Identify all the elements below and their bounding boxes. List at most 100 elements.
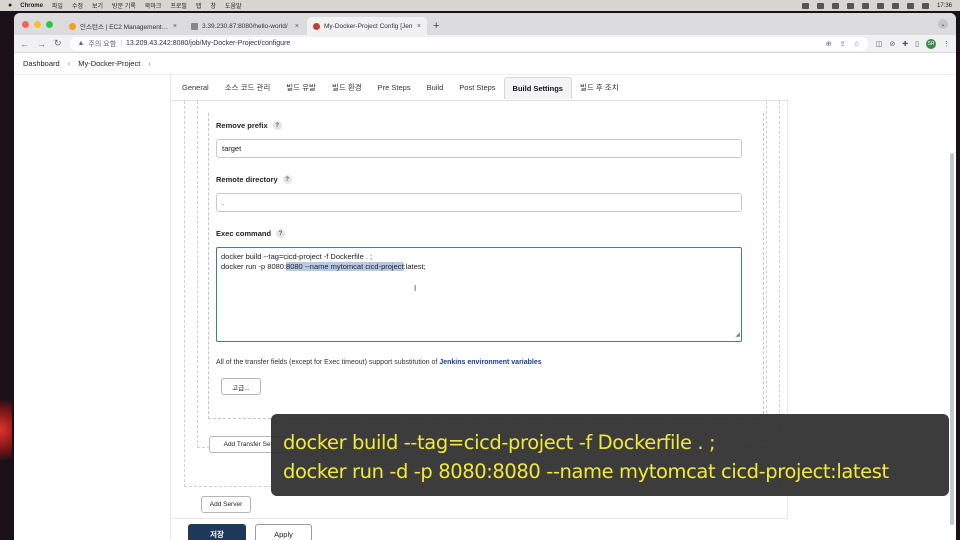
menubar-item-window[interactable]: 창 <box>210 1 216 10</box>
puzzle-icon[interactable]: ✚ <box>902 40 908 48</box>
menubar-item-edit[interactable]: 수정 <box>72 1 83 10</box>
close-window-icon[interactable] <box>22 20 29 28</box>
remote-directory-input[interactable] <box>216 193 742 212</box>
chevron-right-icon[interactable]: › <box>148 59 151 68</box>
substitution-help: All of the transfer fields (except for E… <box>216 359 542 366</box>
control-center-icon[interactable] <box>921 2 929 9</box>
caption-line-1: docker build --tag=cicd-project -f Docke… <box>283 431 716 454</box>
remote-directory-label: Remote directory ? <box>216 175 292 184</box>
text-selection: 8080 --name mytomcat cicd-project <box>286 262 404 271</box>
back-icon[interactable]: ← <box>20 39 29 49</box>
text-cursor-icon: I <box>414 284 417 293</box>
help-icon[interactable]: ? <box>282 175 292 184</box>
remove-prefix-label: Remove prefix ? <box>216 121 282 130</box>
extensions-area: ◫ ⊘ ✚ ▯ SR ⋮ <box>876 38 950 49</box>
menubar-item-profile[interactable]: 프로필 <box>170 1 187 10</box>
tab-post-steps[interactable]: Post Steps <box>451 77 503 99</box>
page-scrollbar[interactable] <box>950 153 954 525</box>
exec-command-line-1: docker build --tag=cicd-project -f Docke… <box>221 252 373 261</box>
extension-icon[interactable]: ⊘ <box>889 40 895 48</box>
window-controls <box>22 13 53 35</box>
menubar-item-help[interactable]: 도움말 <box>225 1 242 10</box>
avatar[interactable]: SR <box>926 38 936 49</box>
wifi-icon[interactable] <box>891 2 899 9</box>
bookmark-star-icon[interactable]: ☆ <box>853 40 859 48</box>
tab-build-triggers[interactable]: 빌드 유발 <box>278 77 324 99</box>
remove-prefix-label-text: Remove prefix <box>216 121 268 130</box>
apply-button[interactable]: Apply <box>255 524 312 540</box>
menubar-item-tab[interactable]: 탭 <box>196 1 202 10</box>
search-icon[interactable] <box>906 2 914 9</box>
url-input[interactable]: ▲ 주의 요함 | 13.209.43.242:8080/job/My-Dock… <box>69 36 868 51</box>
menubar-status-area: 17:36 <box>801 2 952 9</box>
menubar-clock[interactable]: 17:36 <box>937 3 952 9</box>
status-app-icon[interactable] <box>846 2 854 9</box>
tab-label: 인스턴스 | EC2 Management Co <box>80 24 170 31</box>
apple-icon[interactable]: ● <box>8 2 12 9</box>
menubar-item-file[interactable]: 파일 <box>52 1 63 10</box>
exec-command-label-text: Exec command <box>216 229 272 238</box>
close-tab-icon[interactable]: × <box>295 23 299 30</box>
sidepanel-icon[interactable]: ▯ <box>915 40 919 48</box>
tab-build-settings[interactable]: Build Settings <box>503 76 572 99</box>
tab-search-icon[interactable]: ⌄ <box>938 19 948 29</box>
close-tab-icon[interactable]: × <box>417 23 421 30</box>
browser-tab-hello-world[interactable]: 3.39.230.87:8080/hello-world/ × <box>185 17 305 35</box>
not-secure-icon[interactable]: ▲ <box>78 40 85 47</box>
share-icon[interactable]: ⇪ <box>840 40 846 48</box>
forward-icon[interactable]: → <box>37 39 46 49</box>
tab-build-environment[interactable]: 빌드 환경 <box>324 77 370 99</box>
extension-icon[interactable]: ◫ <box>876 40 883 48</box>
aws-favicon-icon <box>69 22 76 30</box>
url-text[interactable]: 13.209.43.242:8080/job/My-Docker-Project… <box>126 40 290 47</box>
remove-prefix-input[interactable] <box>216 139 742 158</box>
tab-scm[interactable]: 소스 코드 관리 <box>217 77 279 99</box>
maximize-window-icon[interactable] <box>46 20 53 28</box>
tab-build[interactable]: Build <box>419 77 452 99</box>
minimize-window-icon[interactable] <box>34 20 41 28</box>
tab-general[interactable]: General <box>174 77 217 99</box>
resize-handle-icon[interactable]: ◢ <box>735 330 740 340</box>
status-app-icon[interactable] <box>801 2 809 9</box>
exec-line-2-start: docker run -p 8080: <box>221 262 287 271</box>
bluetooth-icon[interactable] <box>861 2 869 9</box>
browser-tab-ec2[interactable]: 인스턴스 | EC2 Management Co × <box>63 17 183 35</box>
substitution-help-text: All of the transfer fields (except for E… <box>216 359 440 366</box>
menubar-app-name[interactable]: Chrome <box>20 3 43 9</box>
exec-command-textarea[interactable]: docker build --tag=cicd-project -f Docke… <box>216 247 742 342</box>
breadcrumb-dashboard[interactable]: Dashboard <box>23 59 60 68</box>
status-app-icon[interactable] <box>831 2 839 9</box>
zoom-icon[interactable]: ⊕ <box>826 40 832 48</box>
status-app-icon[interactable] <box>816 2 824 9</box>
help-icon[interactable]: ? <box>272 121 282 130</box>
menubar-item-bookmarks[interactable]: 북마크 <box>145 1 162 10</box>
add-server-button[interactable]: Add Server <box>201 496 251 513</box>
menubar-item-history[interactable]: 방문 기록 <box>112 1 136 10</box>
close-tab-icon[interactable]: × <box>173 23 177 30</box>
jenkins-favicon-icon <box>313 22 320 30</box>
menubar-item-view[interactable]: 보기 <box>92 1 103 10</box>
desktop-wallpaper <box>0 400 12 460</box>
reload-icon[interactable]: ↻ <box>54 38 62 49</box>
config-tabs: General 소스 코드 관리 빌드 유발 빌드 환경 Pre Steps B… <box>171 75 789 101</box>
remote-directory-label-text: Remote directory <box>216 175 278 184</box>
url-separator: | <box>120 40 123 47</box>
url-actions: ⊕ ⇪ ☆ <box>826 40 860 48</box>
help-icon[interactable]: ? <box>276 229 286 238</box>
battery-icon[interactable] <box>876 2 884 9</box>
new-tab-button[interactable]: + <box>433 17 439 35</box>
breadcrumb: Dashboard › My-Docker-Project › <box>14 53 956 75</box>
tab-post-build-actions[interactable]: 빌드 후 조치 <box>572 77 627 99</box>
more-menu-icon[interactable]: ⋮ <box>943 40 950 48</box>
caption-line-2: docker run -d -p 8080:8080 --name mytomc… <box>283 460 889 483</box>
security-warning-label[interactable]: 주의 요함 <box>88 39 116 49</box>
env-vars-link[interactable]: Jenkins environment variables <box>439 359 541 366</box>
mac-menubar: ● Chrome 파일 수정 보기 방문 기록 북마크 프로필 탭 창 도움말 … <box>0 0 960 11</box>
advanced-button[interactable]: 고급... <box>221 378 261 395</box>
breadcrumb-project[interactable]: My-Docker-Project <box>78 59 140 68</box>
exec-command-line-2: docker run -p 8080:8080 --name mytomcat … <box>221 262 737 272</box>
tab-pre-steps[interactable]: Pre Steps <box>370 77 419 99</box>
browser-tab-jenkins-config[interactable]: My-Docker-Project Config [Jen × <box>307 17 427 35</box>
save-button[interactable]: 저장 <box>188 524 246 540</box>
tab-strip: 인스턴스 | EC2 Management Co × 3.39.230.87:8… <box>14 13 956 35</box>
